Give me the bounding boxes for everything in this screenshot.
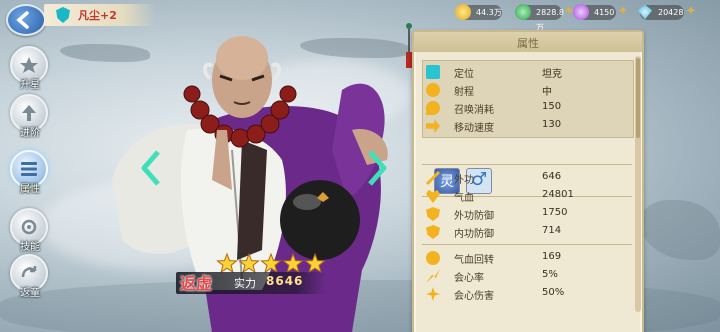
add-orb-button[interactable]: ✦ — [616, 4, 630, 20]
attr-label: 会心率 — [454, 273, 484, 284]
attr-row-crit-damage: 会心伤害 50% — [424, 286, 634, 303]
hp-regen-icon — [426, 251, 440, 265]
attr-row-hp-regen: 气血回转 169 — [424, 250, 634, 267]
sidebar-item-label: 返童 — [20, 288, 40, 299]
back-arrow-icon — [16, 11, 29, 29]
attr-row-range: 射程 中 — [424, 82, 634, 99]
external-attack-icon — [426, 171, 440, 185]
attr-label: 定位 — [454, 69, 474, 80]
diamond-icon — [637, 4, 653, 20]
resource-gold: 44.3万 — [455, 4, 502, 20]
resource-jade: 2828.8万 ✦ — [515, 4, 574, 32]
attr-row-hp: 气血 24801 — [424, 188, 634, 205]
internal-defense-icon — [426, 225, 440, 239]
attr-row-summon-cost: 召唤消耗 150 — [424, 100, 634, 117]
power-label: 实力 — [234, 277, 256, 290]
hero-name-plate: 返虚 实力 8646 — [176, 272, 326, 294]
back-button[interactable] — [6, 4, 46, 36]
resource-orb: 4150 ✦ — [573, 4, 628, 20]
sidebar-item-skill[interactable]: 技能 — [4, 208, 62, 256]
panel-title: 属性 — [517, 37, 539, 50]
next-hero-arrow-icon[interactable] — [366, 148, 388, 188]
range-icon — [426, 83, 440, 97]
attr-label: 气血回转 — [454, 255, 494, 266]
attr-label: 射程 — [454, 87, 474, 98]
hero-scene: 凡尘+2 44.3万 2828.8万 ✦ 4150 ✦ 20428 ✦ 升星 进… — [0, 0, 720, 332]
power-value: 8646 — [266, 274, 304, 288]
attr-row-move-speed: 移动速度 130 — [424, 118, 634, 135]
sidebar-item-rejuvenate[interactable]: 返童 — [4, 254, 62, 302]
attr-label: 内功防御 — [454, 229, 494, 240]
ink-mountain — [640, 200, 720, 260]
attr-label: 移动速度 — [454, 123, 494, 134]
attr-row-crit-rate: 会心率 5% — [424, 268, 634, 285]
sidebar-item-star-up[interactable]: 升星 — [4, 46, 62, 94]
hero-name: 返虚 — [180, 274, 213, 293]
role-icon — [426, 65, 440, 79]
panel-scroll-thumb[interactable] — [636, 58, 640, 138]
move-speed-icon — [426, 119, 440, 133]
star-icon — [216, 253, 238, 274]
sidebar-item-label: 进阶 — [20, 128, 40, 139]
external-defense-icon — [426, 207, 440, 221]
attr-value: 646 — [542, 171, 562, 182]
hero-rank-banner: 凡尘+2 — [44, 4, 156, 26]
resource-value: 44.3万 — [476, 8, 502, 17]
attr-label: 气血 — [454, 193, 474, 204]
attr-value: 24801 — [542, 189, 574, 200]
resource-value: 4150 — [594, 8, 615, 17]
star-icon — [238, 253, 260, 274]
attr-value: 714 — [542, 225, 562, 236]
star-icon — [304, 253, 326, 274]
star-icon — [282, 253, 304, 274]
jade-icon — [515, 4, 531, 20]
panel-header: 属性 — [414, 32, 642, 52]
sidebar-item-attributes[interactable]: 属性 — [4, 150, 62, 198]
summon-cost-icon — [426, 101, 440, 115]
attr-label: 召唤消耗 — [454, 105, 494, 116]
sidebar-item-label: 升星 — [20, 80, 40, 91]
attr-label: 会心伤害 — [454, 291, 494, 302]
sidebar-item-label: 技能 — [20, 242, 40, 253]
attr-label: 外功防御 — [454, 211, 494, 222]
hero-rank-title: 凡尘+2 — [78, 9, 117, 22]
orb-icon — [573, 4, 589, 20]
attr-value: 坦克 — [542, 69, 562, 80]
sidebar-item-advance[interactable]: 进阶 — [4, 94, 62, 142]
crit-damage-icon — [426, 287, 440, 301]
attr-row-external-defense: 外功防御 1750 — [424, 206, 634, 223]
section-divider — [422, 244, 632, 245]
attr-value: 150 — [542, 101, 562, 112]
attr-row-role: 定位 坦克 — [424, 64, 634, 81]
section-divider — [422, 164, 632, 165]
attr-label: 外功 — [454, 175, 474, 186]
prev-hero-arrow-icon[interactable] — [140, 148, 162, 188]
add-diamond-button[interactable]: ✦ — [684, 4, 698, 20]
attribute-panel: 属性 定位 坦克 射程 中 召唤消耗 150 移动速度 130 灵 ♂ 外功 6… — [412, 30, 644, 332]
attr-value: 50% — [542, 287, 565, 298]
rank-shield-icon — [56, 7, 70, 23]
attr-value: 中 — [542, 87, 552, 98]
resource-diamond: 20428 ✦ — [637, 4, 696, 20]
sidebar-item-label: 属性 — [20, 184, 40, 195]
resource-value: 20428 — [658, 8, 684, 17]
gold-coin-icon — [455, 4, 471, 20]
attr-value: 130 — [542, 119, 562, 130]
hp-icon — [426, 189, 440, 203]
attr-row-external-attack: 外功 646 — [424, 170, 634, 187]
attr-row-internal-defense: 内功防御 714 — [424, 224, 634, 241]
attr-value: 169 — [542, 251, 562, 262]
attr-value: 5% — [542, 269, 558, 280]
star-icon — [260, 253, 282, 274]
attr-value: 1750 — [542, 207, 568, 218]
crit-rate-icon — [426, 269, 440, 283]
